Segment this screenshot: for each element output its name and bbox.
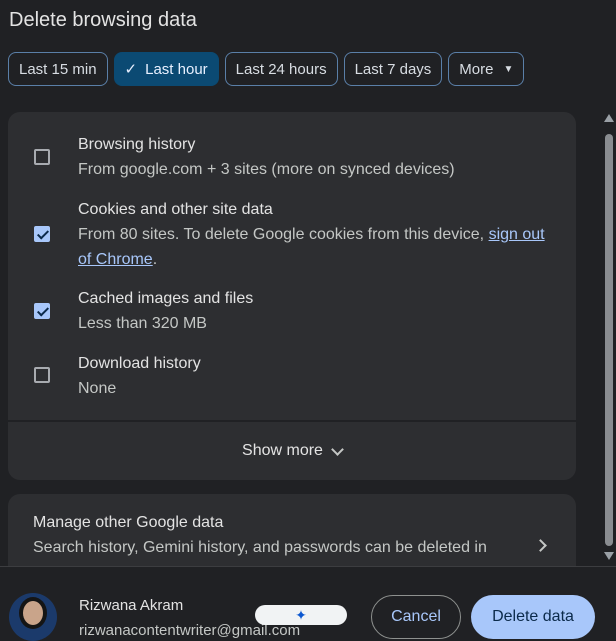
item-subtitle-text: From 80 sites. To delete Google cookies … [78, 226, 489, 243]
chevron-right-icon [534, 539, 547, 552]
cookies-checkbox[interactable] [34, 226, 50, 242]
item-subtitle: From google.com + 3 sites (more on synce… [78, 161, 455, 178]
scrollbar[interactable] [602, 112, 616, 566]
manage-google-data[interactable]: Manage other Google data Search history,… [8, 494, 576, 566]
item-title: Download history [78, 355, 201, 372]
item-title: Cached images and files [78, 290, 254, 307]
browsing-history-checkbox[interactable] [34, 149, 50, 165]
chip-last-7-days[interactable]: Last 7 days [343, 52, 443, 86]
chip-label: Last 24 hours [235, 60, 327, 78]
item-title: Cookies and other site data [78, 201, 273, 218]
time-range-chips: Last 15 min ✓ Last hour Last 24 hours La… [8, 52, 525, 86]
chip-label: More [459, 60, 494, 78]
account-name: Rizwana Akram [79, 597, 184, 614]
chip-label: Last 7 days [354, 60, 432, 78]
chip-last-24-hours[interactable]: Last 24 hours [224, 52, 338, 86]
item-subtitle: From 80 sites. To delete Google cookies … [78, 222, 558, 272]
item-title: Browsing history [78, 136, 196, 153]
data-types-panel: Browsing history From google.com + 3 sit… [8, 112, 576, 420]
download-history-checkbox[interactable] [34, 367, 50, 383]
scroll-down-icon[interactable] [604, 552, 614, 560]
show-more-button[interactable]: Show more [8, 422, 576, 480]
chip-more[interactable]: More ▼ [448, 52, 525, 86]
caret-down-icon: ▼ [503, 63, 514, 75]
cached-images-checkbox[interactable] [34, 303, 50, 319]
chip-label: Last 15 min [19, 60, 97, 78]
dialog-title: Delete browsing data [9, 9, 197, 31]
sparkle-icon: ✦ [295, 606, 307, 623]
check-icon: ✓ [124, 61, 138, 78]
cancel-button[interactable]: Cancel [371, 595, 461, 639]
item-subtitle: None [78, 380, 117, 397]
item-subtitle: Less than 320 MB [78, 315, 207, 332]
item-subtitle-end: . [152, 251, 158, 268]
chip-last-hour[interactable]: ✓ Last hour [113, 52, 219, 86]
chip-label: Last hour [145, 60, 208, 78]
sparkle-button[interactable]: ✦ [255, 605, 347, 625]
manage-title: Manage other Google data [33, 514, 224, 531]
dialog-footer: Rizwana Akram rizwanacontentwriter@gmail… [0, 566, 616, 641]
scroll-up-icon[interactable] [604, 114, 614, 122]
chip-last-15-min[interactable]: Last 15 min [8, 52, 108, 86]
delete-data-button[interactable]: Delete data [471, 595, 595, 639]
scrollbar-thumb[interactable] [605, 134, 613, 546]
manage-subtitle: Search history, Gemini history, and pass… [33, 539, 487, 556]
show-more-label: Show more [242, 442, 323, 459]
chevron-down-icon [331, 442, 344, 456]
